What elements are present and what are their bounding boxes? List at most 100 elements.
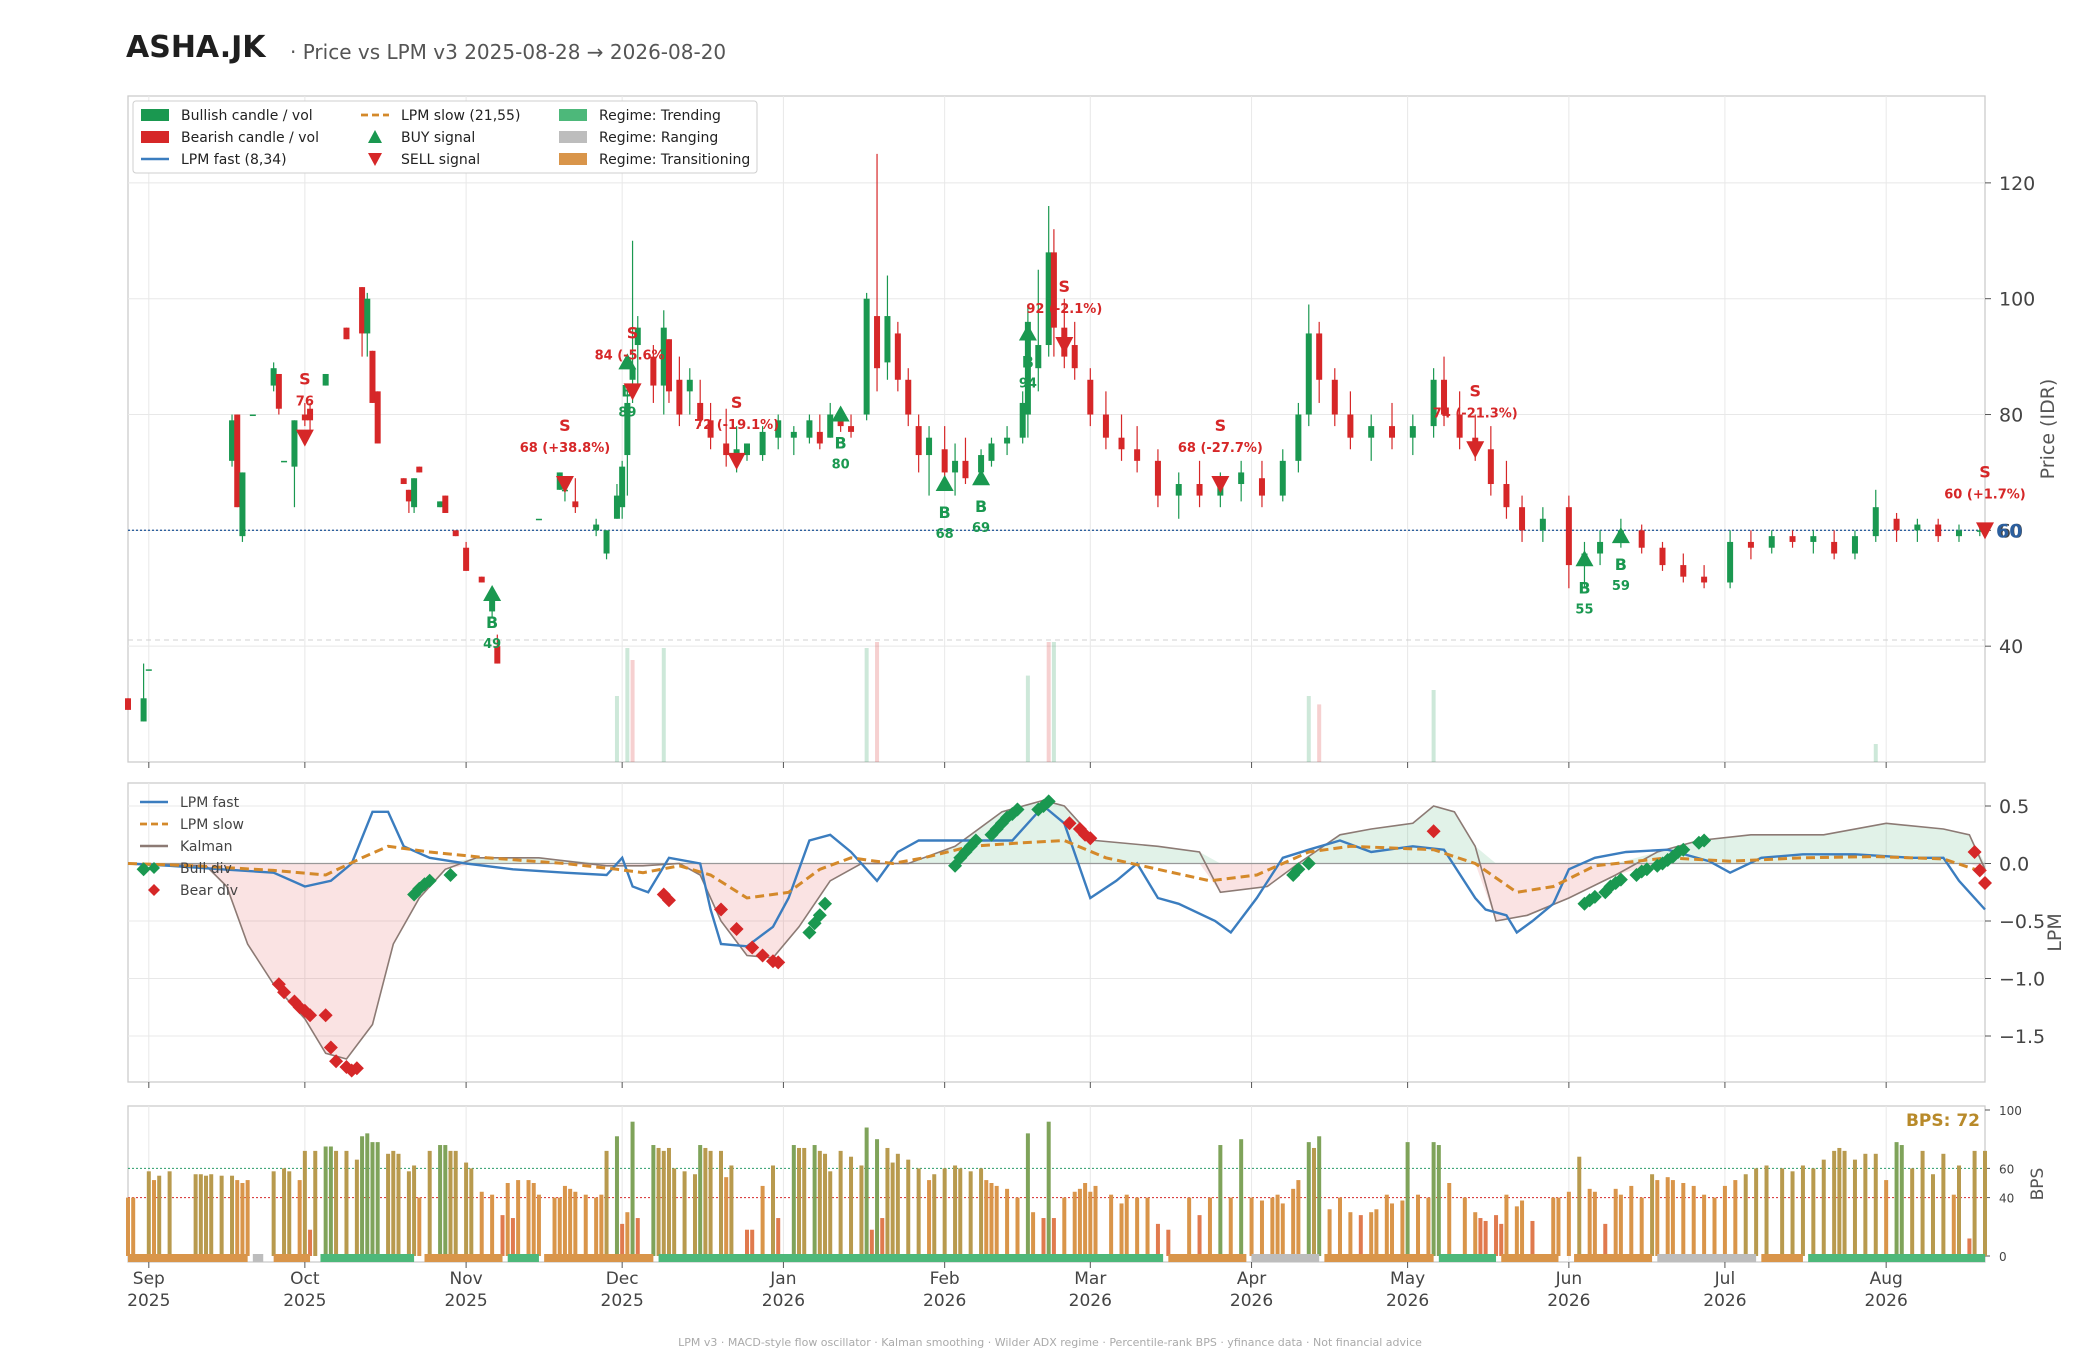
regime-band — [252, 1254, 264, 1262]
legend-swatch — [559, 109, 587, 121]
candle-body — [1316, 333, 1323, 380]
price-legend-label: BUY signal — [401, 130, 475, 146]
legend-swatch — [559, 131, 587, 143]
bps-bar — [1764, 1165, 1769, 1256]
volume-bar — [864, 648, 869, 762]
candle-body — [1539, 518, 1546, 531]
candle-body — [270, 368, 277, 386]
bps-bar — [1015, 1197, 1020, 1256]
candle-body — [364, 298, 371, 334]
candle-body — [359, 287, 366, 334]
candle-body — [1238, 472, 1245, 485]
bps-bar — [812, 1145, 817, 1256]
regime-band — [273, 1254, 311, 1262]
bps-bar — [1863, 1153, 1868, 1256]
bps-bar — [219, 1175, 224, 1256]
bps-bar — [927, 1180, 932, 1256]
candle-body — [1154, 460, 1161, 496]
lpm-legend-label: Kalman — [180, 839, 233, 855]
bps-bar — [1025, 1133, 1030, 1256]
candle-body — [1487, 449, 1494, 485]
bps-bar — [594, 1197, 599, 1256]
bps-bar — [562, 1185, 567, 1256]
bps-bar — [157, 1175, 162, 1256]
x-tick-month: Jul — [1714, 1269, 1736, 1289]
bps-bar — [1712, 1197, 1717, 1256]
volume-bar — [625, 648, 630, 762]
buy-signal-price: 80 — [832, 458, 850, 473]
bps-bar — [1551, 1197, 1556, 1256]
x-tick-month: Apr — [1237, 1269, 1266, 1289]
footer-note: LPM v3 · MACD-style flow oscillator · Ka… — [678, 1336, 1422, 1349]
bps-bar — [1832, 1150, 1837, 1256]
bps-bar — [552, 1197, 557, 1256]
candle-body — [140, 698, 147, 722]
bps-bar — [776, 1218, 781, 1256]
bps-bar — [620, 1223, 625, 1256]
candle-body — [452, 530, 459, 537]
price-tick-label: 80 — [1999, 405, 2023, 427]
bps-bar — [1306, 1142, 1311, 1256]
regime-band — [1168, 1254, 1247, 1262]
candle-body — [411, 478, 418, 508]
legend-swatch — [141, 109, 169, 121]
volume-bar — [630, 660, 635, 762]
bps-bar — [1062, 1197, 1067, 1256]
bps-bar — [313, 1150, 318, 1256]
bps-bar — [583, 1194, 588, 1256]
candle-body — [759, 431, 766, 456]
bps-bar — [864, 1127, 869, 1256]
candle-body — [603, 530, 610, 554]
bps-bar — [1956, 1165, 1961, 1256]
bps-bar — [386, 1153, 391, 1256]
candle-body — [686, 379, 693, 392]
candle-body — [291, 420, 298, 467]
bps-bar — [443, 1145, 448, 1256]
price-legend-label: Bullish candle / vol — [181, 108, 313, 124]
bps-bar — [204, 1175, 209, 1256]
bps-bar — [490, 1194, 495, 1256]
bps-bar — [230, 1175, 235, 1256]
bps-bar — [672, 1168, 677, 1256]
bps-bar — [1239, 1139, 1244, 1256]
candle-body — [1789, 536, 1796, 542]
volume-bar — [1046, 642, 1051, 762]
bps-bar — [604, 1150, 609, 1256]
candle-body — [1004, 437, 1011, 444]
bps-bar — [1629, 1185, 1634, 1256]
bps-bar — [1800, 1165, 1805, 1256]
bps-bar — [568, 1188, 573, 1256]
bps-bar — [1556, 1197, 1561, 1256]
bps-bar — [599, 1194, 604, 1256]
candle-body — [1295, 414, 1302, 461]
bps-bar — [1051, 1218, 1056, 1256]
candle-body — [790, 431, 797, 438]
bps-bar — [1431, 1142, 1436, 1256]
price-tick-label: 40 — [1999, 636, 2023, 658]
candle-body — [676, 379, 683, 415]
x-tick-year: 2025 — [444, 1291, 487, 1311]
candle-body — [1914, 524, 1921, 531]
candle-body — [535, 518, 542, 521]
bps-bar — [198, 1174, 203, 1256]
regime-band — [1438, 1254, 1497, 1262]
bps-bar — [1967, 1238, 1972, 1256]
bps-bar — [235, 1180, 240, 1256]
volume-bar — [661, 648, 666, 762]
regime-band — [1574, 1254, 1653, 1262]
price-legend-label: LPM slow (21,55) — [401, 108, 520, 124]
bps-bar — [1941, 1153, 1946, 1256]
x-tick-year: 2026 — [1386, 1291, 1429, 1311]
candle-body — [1680, 565, 1687, 577]
bps-bar — [1494, 1215, 1499, 1256]
bps-bar — [209, 1174, 214, 1256]
candle-body — [1118, 437, 1125, 450]
candle-body — [400, 478, 407, 485]
bps-bar — [1249, 1197, 1254, 1256]
bps-bar — [1910, 1168, 1915, 1256]
volume-bar — [1873, 744, 1878, 762]
buy-signal-label: B — [1578, 578, 1590, 597]
bps-bar — [1899, 1145, 1904, 1256]
bps-bar — [771, 1165, 776, 1256]
bps-tick-label: 0 — [1999, 1250, 2007, 1264]
